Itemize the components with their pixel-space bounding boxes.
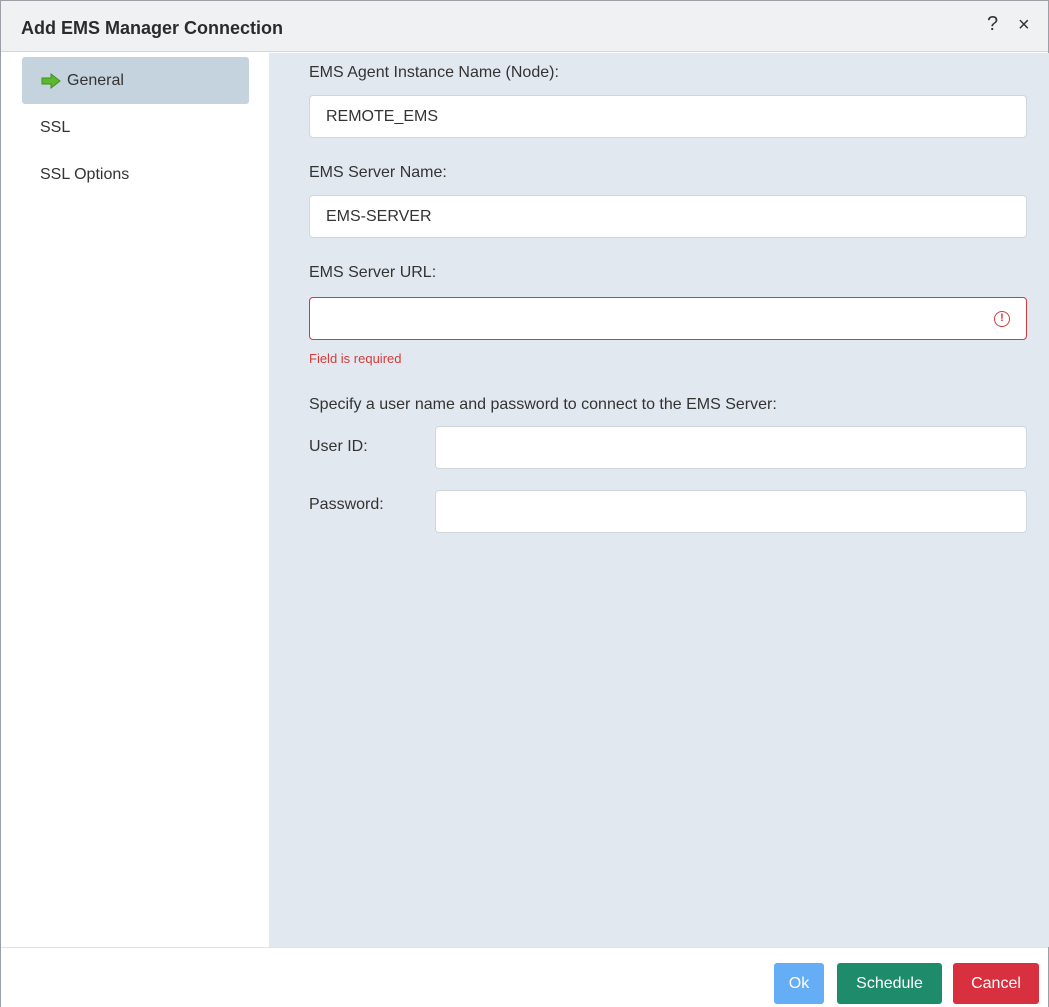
- sidebar-item-general[interactable]: General: [22, 57, 249, 104]
- instance-name-label: EMS Agent Instance Name (Node):: [309, 64, 559, 81]
- cancel-button[interactable]: Cancel: [953, 963, 1039, 1004]
- server-name-input[interactable]: [309, 195, 1027, 238]
- server-url-error: Field is required: [309, 351, 402, 366]
- exclamation-circle-icon: !: [994, 311, 1010, 327]
- user-id-input[interactable]: [435, 426, 1027, 469]
- server-name-label: EMS Server Name:: [309, 164, 447, 181]
- sidebar-item-label: SSL: [40, 118, 71, 136]
- sidebar-item-label: SSL Options: [40, 165, 130, 183]
- close-icon[interactable]: ×: [1018, 14, 1030, 37]
- server-url-input[interactable]: [309, 297, 1027, 340]
- server-url-label: EMS Server URL:: [309, 264, 437, 281]
- dialog-footer: Ok Schedule Cancel: [1, 947, 1048, 1007]
- password-label: Password:: [309, 496, 384, 513]
- sidebar-nav: General SSL SSL Options: [1, 53, 269, 947]
- general-settings-panel: EMS Agent Instance Name (Node): EMS Serv…: [269, 53, 1049, 947]
- instance-name-input[interactable]: [309, 95, 1027, 138]
- user-id-label: User ID:: [309, 438, 368, 455]
- right-arrow-icon: [41, 72, 61, 89]
- sidebar-item-ssl-options[interactable]: SSL Options: [22, 151, 249, 198]
- password-input[interactable]: [435, 490, 1027, 533]
- add-ems-manager-connection-dialog: Add EMS Manager Connection ? × General S…: [0, 0, 1049, 1007]
- schedule-button[interactable]: Schedule: [837, 963, 942, 1004]
- sidebar-item-label: General: [67, 71, 124, 89]
- help-icon[interactable]: ?: [987, 13, 998, 36]
- dialog-titlebar: Add EMS Manager Connection ? ×: [1, 1, 1048, 52]
- sidebar-item-ssl[interactable]: SSL: [22, 104, 249, 151]
- ok-button[interactable]: Ok: [774, 963, 824, 1004]
- credentials-hint: Specify a user name and password to conn…: [309, 396, 777, 413]
- dialog-title: Add EMS Manager Connection: [21, 18, 284, 38]
